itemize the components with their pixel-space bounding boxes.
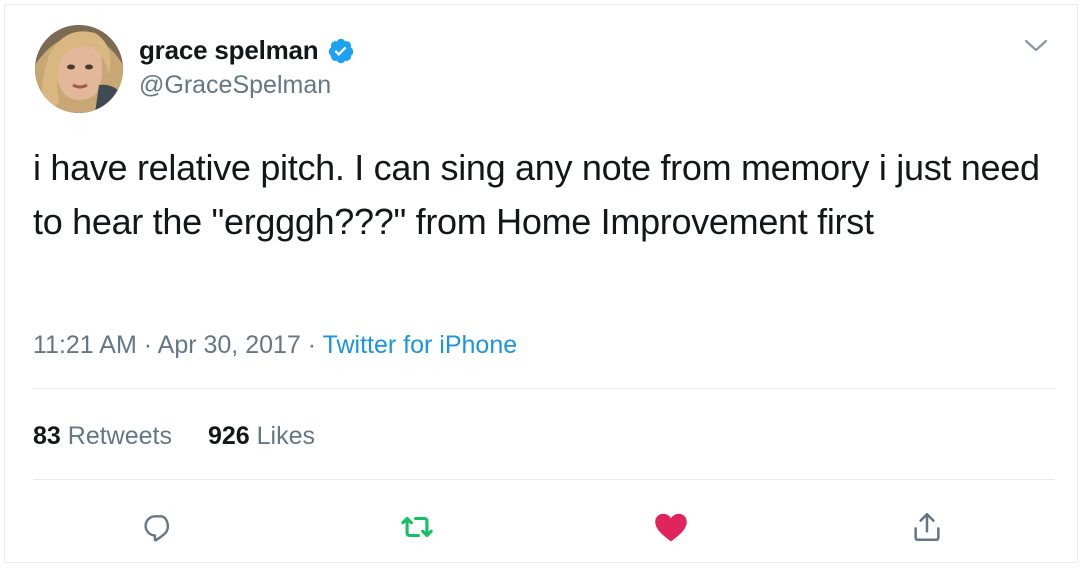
divider: [33, 388, 1055, 389]
tweet-text: i have relative pitch. I can sing any no…: [33, 147, 1040, 242]
verified-badge-icon: [328, 38, 353, 63]
tweet-source-link[interactable]: Twitter for iPhone: [323, 331, 518, 359]
retweets-label: Retweets: [67, 422, 172, 450]
user-handle[interactable]: @GraceSpelman: [139, 71, 331, 100]
retweet-button[interactable]: [395, 505, 439, 549]
divider: [33, 479, 1055, 480]
tweet-card: grace spelman @GraceSpelman i have relat…: [4, 4, 1078, 563]
profile-photo: [35, 25, 123, 113]
tweet-stats: 83 Retweets 926 Likes: [33, 422, 315, 451]
reply-icon: [144, 515, 170, 542]
tweet-time[interactable]: 11:21 AM: [33, 331, 137, 359]
retweet-icon: [401, 516, 433, 538]
display-name[interactable]: grace spelman: [139, 35, 319, 66]
meta-separator: ·: [307, 331, 317, 359]
avatar[interactable]: [35, 25, 123, 113]
retweets-count: 83: [33, 422, 61, 450]
share-icon: [914, 512, 940, 542]
like-button[interactable]: [649, 505, 693, 549]
likes-count: 926: [207, 422, 250, 450]
likes-stat[interactable]: 926 Likes: [208, 422, 315, 450]
likes-label: Likes: [256, 422, 316, 450]
heart-icon: [655, 513, 687, 542]
tweet-date[interactable]: Apr 30, 2017: [158, 331, 301, 359]
meta-separator: ·: [143, 331, 153, 359]
retweets-stat[interactable]: 83 Retweets: [33, 422, 172, 450]
reply-button[interactable]: [136, 505, 180, 549]
chevron-down-icon[interactable]: [1023, 35, 1049, 57]
tweet-meta: 11:21 AM · Apr 30, 2017 · Twitter for iP…: [33, 331, 517, 360]
share-button[interactable]: [905, 505, 949, 549]
display-name-row: grace spelman: [139, 35, 355, 66]
